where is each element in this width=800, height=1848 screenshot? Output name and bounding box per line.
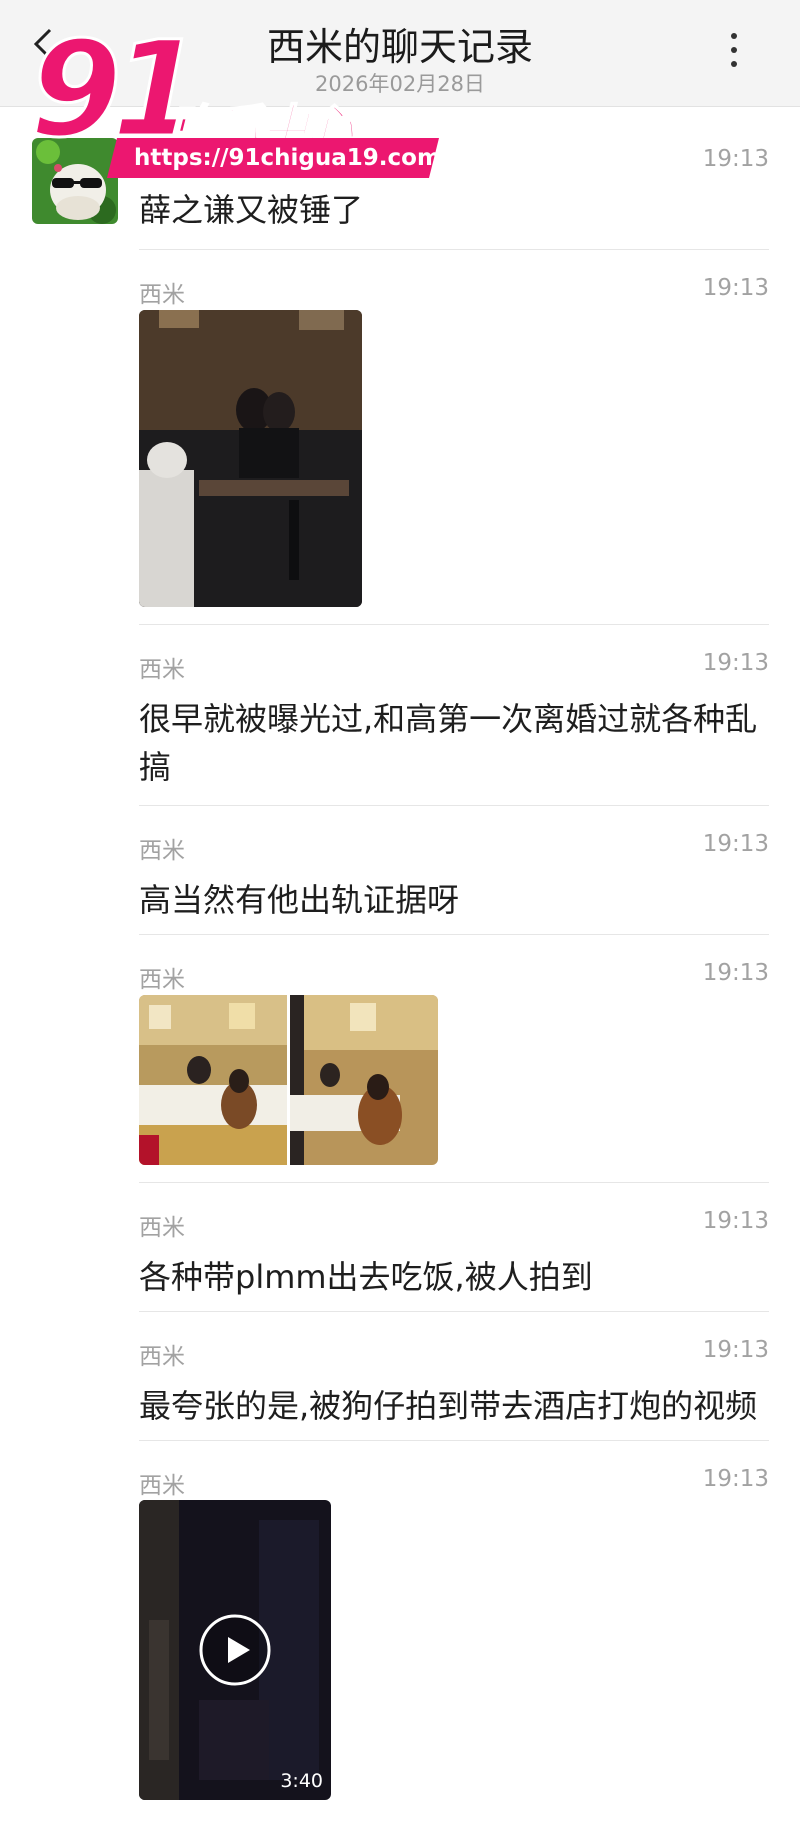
message-time: 19:13 (702, 1466, 769, 1492)
message-text[interactable]: 薛之谦又被锤了 (139, 186, 769, 234)
message-time: 19:13 (702, 146, 769, 172)
sender-name: 西米 (139, 1215, 185, 1241)
message-divider (139, 934, 769, 935)
message-time: 19:13 (702, 275, 769, 301)
message-time: 19:13 (702, 1337, 769, 1363)
message-item: 西米 19:13 高当然有他出轨证据呀 (139, 831, 769, 921)
sender-name: 西米 (139, 1473, 185, 1499)
message-text[interactable]: 很早就被曝光过,和高第一次离婚过就各种乱搞 (139, 695, 769, 791)
more-options-icon[interactable] (728, 30, 740, 70)
sender-name: 西米 (139, 657, 185, 683)
message-item: 西米 19:13 (139, 275, 769, 315)
video-duration: 3:40 (280, 1770, 323, 1792)
message-text[interactable]: 最夸张的是,被狗仔拍到带去酒店打炮的视频 (139, 1382, 769, 1430)
message-time: 19:13 (702, 960, 769, 986)
message-divider (139, 249, 769, 250)
chat-photo[interactable] (290, 995, 438, 1165)
restaurant-photo-image (139, 310, 362, 607)
message-item: 西米 19:13 (139, 960, 769, 1000)
message-item: 西米 19:13 最夸张的是,被狗仔拍到带去酒店打炮的视频 (139, 1337, 769, 1427)
message-item: 西米 19:13 各种带plmm出去吃饭,被人拍到 (139, 1208, 769, 1298)
sender-name: 西米 (139, 1344, 185, 1370)
sender-name: 西米 (139, 967, 185, 993)
message-divider (139, 1182, 769, 1183)
message-divider (139, 805, 769, 806)
message-time: 19:13 (702, 1208, 769, 1234)
message-time: 19:13 (702, 831, 769, 857)
dinner-photo-image (290, 995, 438, 1165)
message-time: 19:13 (702, 650, 769, 676)
message-text[interactable]: 高当然有他出轨证据呀 (139, 876, 769, 924)
message-divider (139, 624, 769, 625)
sender-name: 西米 (139, 282, 185, 308)
chat-photo[interactable] (139, 995, 287, 1165)
chat-video[interactable]: 3:40 (139, 1500, 331, 1800)
watermark-url-text: https://91chigua19.com (134, 145, 441, 171)
watermark-url: https://91chigua19.com (107, 138, 441, 178)
sender-name: 西米 (139, 838, 185, 864)
chat-photo[interactable] (139, 310, 362, 607)
message-item: 西米 19:13 很早就被曝光过,和高第一次离婚过就各种乱搞 (139, 650, 769, 790)
play-icon[interactable] (198, 1613, 272, 1687)
dinner-photo-image (139, 995, 287, 1165)
message-divider (139, 1311, 769, 1312)
site-watermark-logo: 91 吃瓜中心 https://91chigua19.com (29, 23, 441, 180)
message-divider (139, 1440, 769, 1441)
message-text[interactable]: 各种带plmm出去吃饭,被人拍到 (139, 1253, 769, 1301)
